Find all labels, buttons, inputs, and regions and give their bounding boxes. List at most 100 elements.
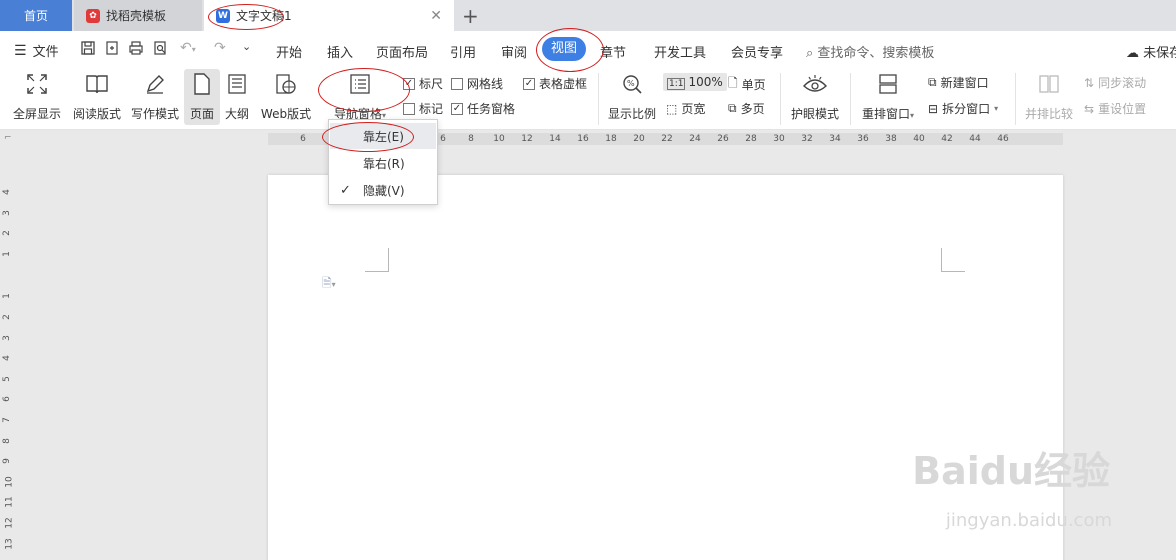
nav-hide-option[interactable]: ✓ 隐藏(V) — [330, 177, 436, 203]
zoom-button[interactable]: % 显示比例 — [606, 69, 658, 125]
paragraph-handle-icon[interactable]: 🗎▾ — [322, 274, 336, 295]
read-mode-label: 阅读版式 — [72, 107, 121, 121]
split-window-label: 拆分窗口 — [942, 102, 991, 116]
daoke-logo-icon: ✿ — [86, 8, 100, 23]
tab-home[interactable]: 首页 — [0, 0, 72, 31]
menu-page-layout[interactable]: 页面布局 — [376, 42, 428, 61]
vertical-ruler-tick-label: 4 — [1, 355, 12, 362]
undo-icon[interactable]: ↶▾ — [180, 40, 196, 56]
command-search[interactable]: ⌕ 查找命令、搜索模板 — [806, 42, 934, 61]
task-pane-label: 任务窗格 — [467, 102, 516, 116]
vertical-ruler[interactable]: 4 3 2 1 1 2 3 4 5 6 7 8 9 10 11 12 13 — [0, 147, 16, 560]
ruler-tick-label: 36 — [857, 134, 869, 144]
nav-dock-right-option[interactable]: 靠右(R) — [330, 150, 436, 176]
checkmark-icon: ✓ — [340, 182, 351, 198]
search-icon: ⌕ — [806, 46, 814, 61]
page-icon — [187, 69, 217, 99]
document-page[interactable]: 🗎▾ — [268, 175, 1063, 560]
file-menu[interactable]: ☰ 文件 — [14, 41, 59, 61]
tab-zhaodaoke-label: 找稻壳模板 — [106, 9, 167, 23]
vertical-ruler-tick-label: 4 — [1, 189, 12, 195]
mark-check-box — [403, 102, 415, 115]
menu-developer[interactable]: 开发工具 — [654, 42, 706, 61]
annotation-circle-nav-pane — [318, 68, 410, 112]
web-layout-button[interactable]: Web版式 — [258, 69, 314, 125]
side-compare-button[interactable]: 并排比较 — [1022, 69, 1076, 125]
print-preview-icon[interactable] — [152, 40, 168, 60]
save-icon[interactable] — [80, 40, 96, 60]
split-window-button[interactable]: ⊟ 拆分窗口 ▾ — [928, 100, 998, 117]
tab-zhaodaoke[interactable]: ✿ 找稻壳模板 — [74, 0, 202, 31]
ruler-tick-label: 44 — [969, 134, 981, 144]
wps-writer-window: 首页 ✿ 找稻壳模板 W 文字文稿1 ✕ + ☰ 文件 ↶▾ ↷ ⌄ 开始 插入… — [0, 0, 1176, 560]
horizontal-ruler[interactable]: ⌐ 64224681012141618202224262830323436384… — [0, 131, 1176, 147]
read-mode-button[interactable]: 阅读版式 — [70, 69, 124, 125]
book-icon — [82, 69, 112, 99]
single-page-label: 单页 — [741, 78, 766, 92]
page-view-label: 页面 — [189, 107, 214, 121]
write-mode-button[interactable]: 写作模式 — [128, 69, 182, 125]
vertical-ruler-tick-label: 11 — [4, 496, 15, 509]
add-tab-icon[interactable]: + — [462, 4, 479, 28]
vertical-ruler-tick-label: 12 — [4, 517, 15, 529]
mark-checkbox[interactable]: 标记 — [403, 100, 443, 117]
vertical-ruler-tick-label: 1 — [1, 250, 12, 257]
cloud-status[interactable]: ☁ 未保存 — [1126, 42, 1176, 61]
menu-start[interactable]: 开始 — [276, 42, 302, 61]
ribbon-divider — [1015, 73, 1016, 125]
cloud-icon: ☁ — [1126, 46, 1139, 61]
single-page-button[interactable]: 🗋 单页 — [728, 74, 766, 95]
page-width-label: 页宽 — [681, 102, 706, 116]
export-pdf-icon[interactable] — [104, 40, 120, 60]
menu-review[interactable]: 审阅 — [501, 42, 527, 61]
ruler-tick-label: 40 — [913, 134, 925, 144]
hamburger-icon: ☰ — [14, 42, 27, 59]
table-gridlines-checkbox[interactable]: ✓ 表格虚框 — [523, 75, 587, 92]
ruler-tick-label: 12 — [521, 134, 533, 144]
ruler-tick-label: 46 — [997, 134, 1009, 144]
view-ribbon: 全屏显示 阅读版式 写作模式 页面 大纲 Web版式 导航窗格▾ ✓ 标尺 网格… — [0, 67, 1176, 130]
ruler-tick-label: 14 — [549, 134, 561, 144]
ribbon-divider — [598, 73, 599, 125]
eye-protect-button[interactable]: 护眼模式 — [788, 69, 842, 125]
redo-icon[interactable]: ↷ — [214, 40, 226, 56]
menu-references[interactable]: 引用 — [450, 42, 476, 61]
sync-scroll-label: 同步滚动 — [1098, 76, 1147, 90]
ruler-tick-label: 28 — [745, 134, 757, 144]
ruler-tick-label: 18 — [605, 134, 617, 144]
menu-insert[interactable]: 插入 — [327, 42, 353, 61]
ruler-tick-label: 6 — [300, 134, 306, 144]
sync-scroll-button[interactable]: ⇅ 同步滚动 — [1084, 74, 1146, 91]
rearrange-label: 重排窗口▾ — [861, 107, 915, 121]
tab-bar: 首页 ✿ 找稻壳模板 W 文字文稿1 ✕ + — [0, 0, 1176, 31]
task-pane-checkbox[interactable]: ✓ 任务窗格 — [451, 100, 515, 117]
menu-member[interactable]: 会员专享 — [731, 42, 783, 61]
ruler-tick-label: 16 — [577, 134, 589, 144]
zoom-100-button[interactable]: 1:1 100% — [663, 73, 727, 91]
close-icon[interactable]: ✕ — [430, 8, 442, 24]
command-search-placeholder: 查找命令、搜索模板 — [817, 46, 935, 61]
vertical-ruler-tick-label: 8 — [1, 437, 12, 444]
new-window-button[interactable]: ⧉ 新建窗口 — [928, 74, 989, 91]
eye-protect-label: 护眼模式 — [790, 107, 839, 121]
fullscreen-button[interactable]: 全屏显示 — [10, 69, 64, 125]
ruler-tick-label: 8 — [468, 134, 474, 144]
page-width-button[interactable]: ⬚ 页宽 — [666, 100, 705, 117]
file-menu-label: 文件 — [32, 45, 59, 60]
vertical-ruler-tick-label: 9 — [1, 458, 12, 465]
web-layout-label: Web版式 — [260, 107, 312, 121]
outline-icon — [222, 69, 252, 99]
zoom-100-label: 100% — [688, 75, 723, 89]
tab-home-label: 首页 — [23, 9, 48, 23]
single-page-icon: 🗋 — [728, 76, 738, 90]
multi-page-button[interactable]: ⧉ 多页 — [728, 100, 765, 117]
rearrange-window-button[interactable]: 重排窗口▾ — [858, 69, 918, 125]
print-icon[interactable] — [128, 40, 144, 60]
gridlines-checkbox[interactable]: 网格线 — [451, 75, 503, 92]
chevron-down-icon: ▾ — [994, 104, 999, 113]
outline-button[interactable]: 大纲 — [222, 69, 252, 125]
page-view-button[interactable]: 页面 — [184, 69, 220, 125]
reset-position-button[interactable]: ⇆ 重设位置 — [1084, 100, 1146, 117]
quick-access-more-icon[interactable]: ⌄ — [242, 40, 251, 53]
annotation-circle-view — [536, 28, 604, 72]
